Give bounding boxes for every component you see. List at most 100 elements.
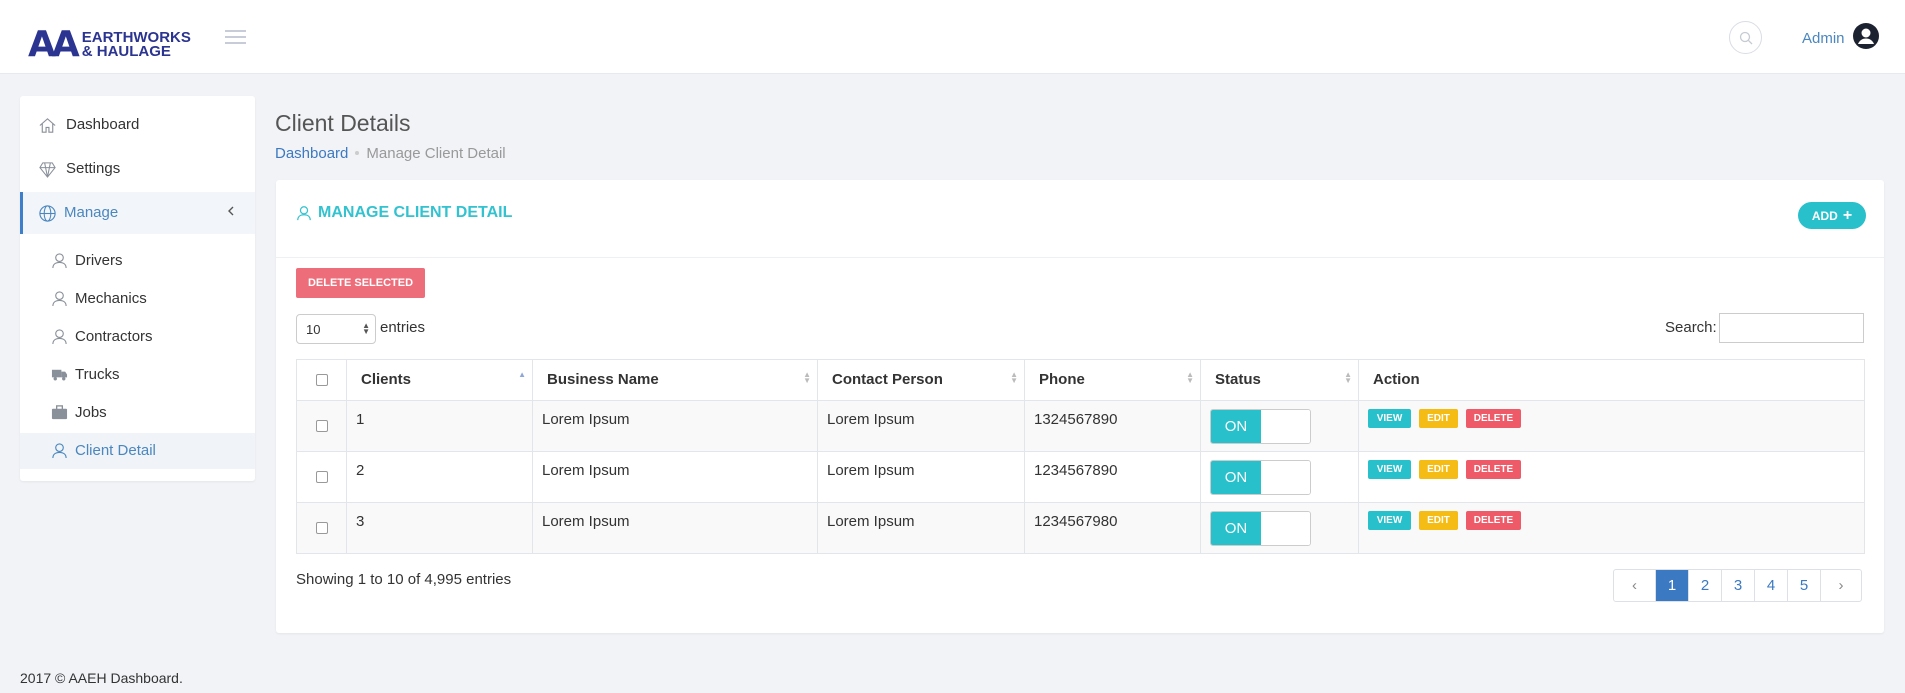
footer-text: 2017 © AAEH Dashboard. [20,670,183,686]
cell-business: Lorem Ipsum [532,400,818,452]
search-icon[interactable] [1729,21,1762,54]
page-button-4[interactable]: 4 [1754,570,1787,601]
menu-toggle-icon[interactable] [225,30,246,44]
select-all-checkbox[interactable] [315,373,328,386]
sort-icon: ▲ ▼ [1344,370,1352,385]
sort-icon: ▲ ▼ [803,370,811,385]
sidebar-item-client-detail[interactable]: Client Detail [20,433,255,469]
col-label: Business Name [547,371,659,388]
cell-client: 1 [346,400,533,452]
sidebar-item-dashboard[interactable]: Dashboard [20,104,255,146]
col-status[interactable]: Status ▲ ▼ [1200,359,1359,401]
col-business-name[interactable]: Business Name ▲ ▼ [532,359,818,401]
cell-client: 3 [346,502,533,554]
col-action: Action [1358,359,1865,401]
edit-button[interactable]: EDIT [1419,511,1458,530]
page-button-1[interactable]: 1 [1655,570,1688,601]
view-button[interactable]: VIEW [1368,409,1411,428]
row-select-cell [296,502,347,554]
col-label: Contact Person [832,371,943,388]
table-header-row: Clients ▲ Business Name ▲ ▼ Contact Person ▲… [296,359,1865,401]
col-contact-person[interactable]: Contact Person ▲ ▼ [817,359,1025,401]
delete-button[interactable]: DELETE [1466,511,1521,530]
card-title-text: MANAGE CLIENT DETAIL [318,204,513,221]
sidebar-sub-label: Mechanics [75,290,147,307]
row-checkbox[interactable] [315,419,328,432]
avatar-icon[interactable] [1853,23,1879,49]
delete-button[interactable]: DELETE [1466,460,1521,479]
status-toggle[interactable]: ON [1210,409,1311,444]
sidebar-item-label: Settings [66,160,121,177]
globe-icon [39,205,56,222]
edit-button[interactable]: EDIT [1419,409,1458,428]
table-row: 2 Lorem Ipsum Lorem Ipsum 1234567890 ON … [296,451,1865,503]
sidebar-item-label: Manage [64,204,119,221]
card-title: MANAGE CLIENT DETAIL [296,204,512,222]
search-input[interactable] [1719,313,1864,343]
sidebar-sub-label: Trucks [75,366,120,383]
sidebar-sub-label: Client Detail [75,442,156,459]
logo-text: EARTHWORKS & HAULAGE [82,30,191,59]
home-icon [39,118,56,133]
delete-button[interactable]: DELETE [1466,409,1521,428]
client-detail-card: MANAGE CLIENT DETAIL ADD + DELETE SELECTE… [276,180,1884,633]
sidebar-item-drivers[interactable]: Drivers [20,243,255,279]
view-button[interactable]: VIEW [1368,511,1411,530]
sidebar-item-jobs[interactable]: Jobs [20,395,255,431]
breadcrumb-home-link[interactable]: Dashboard [275,145,348,162]
col-label: Clients [361,371,412,388]
cell-status: ON [1200,502,1359,554]
toggle-on-label: ON [1211,461,1261,494]
page-button-3[interactable]: 3 [1721,570,1754,601]
sidebar-sub-label: Contractors [75,328,153,345]
sidebar-item-settings[interactable]: Settings [20,148,255,190]
next-page-button[interactable]: › [1820,570,1861,601]
col-phone[interactable]: Phone ▲ ▼ [1024,359,1201,401]
row-checkbox[interactable] [315,470,328,483]
logo-mark: AA [28,24,80,65]
page-button-2[interactable]: 2 [1688,570,1721,601]
delete-selected-button[interactable]: DELETE SELECTED [296,268,425,298]
col-label: Phone [1039,371,1085,388]
row-checkbox[interactable] [315,521,328,534]
table-row: 3 Lorem Ipsum Lorem Ipsum 1234567980 ON … [296,502,1865,554]
cell-phone: 1234567890 [1024,451,1201,503]
sidebar-item-manage[interactable]: Manage [20,192,255,234]
page-length-select[interactable]: 10 ▲ ▼ [296,314,376,344]
chevron-left-icon [228,206,234,216]
user-icon [52,443,67,459]
col-clients[interactable]: Clients ▲ [346,359,533,401]
top-header: AA EARTHWORKS & HAULAGE Admin [0,0,1905,74]
status-toggle[interactable]: ON [1210,511,1311,546]
entries-label: entries [380,319,426,336]
cell-contact: Lorem Ipsum [817,400,1025,452]
cell-business: Lorem Ipsum [532,451,818,503]
user-name[interactable]: Admin [1802,30,1845,47]
pagination-info: Showing 1 to 10 of 4,995 entries [296,571,512,588]
add-button[interactable]: ADD + [1798,202,1866,229]
sidebar-item-mechanics[interactable]: Mechanics [20,281,255,317]
breadcrumb-current: Manage Client Detail [366,145,506,162]
sidebar-item-trucks[interactable]: Trucks [20,357,255,393]
user-icon [52,253,67,269]
status-toggle[interactable]: ON [1210,460,1311,495]
brand-logo[interactable]: AA EARTHWORKS & HAULAGE [28,27,191,63]
sidebar-item-contractors[interactable]: Contractors [20,319,255,355]
card-header: MANAGE CLIENT DETAIL ADD + [276,180,1884,258]
cell-contact: Lorem Ipsum [817,502,1025,554]
user-icon [52,329,67,345]
sort-icon: ▲ ▼ [1010,370,1018,385]
cell-status: ON [1200,451,1359,503]
briefcase-icon [51,405,68,420]
table-row: 1 Lorem Ipsum Lorem Ipsum 1324567890 ON … [296,400,1865,452]
page-length-value: 10 [306,322,321,337]
pagination: ‹ 1 2 3 4 5 › [1613,569,1862,602]
view-button[interactable]: VIEW [1368,460,1411,479]
prev-page-button[interactable]: ‹ [1614,570,1655,601]
cell-actions: VIEW EDIT DELETE [1358,502,1865,554]
add-label: ADD [1811,208,1838,223]
edit-button[interactable]: EDIT [1419,460,1458,479]
cell-client: 2 [346,451,533,503]
page-button-5[interactable]: 5 [1787,570,1820,601]
search-label: Search: [1665,319,1717,336]
